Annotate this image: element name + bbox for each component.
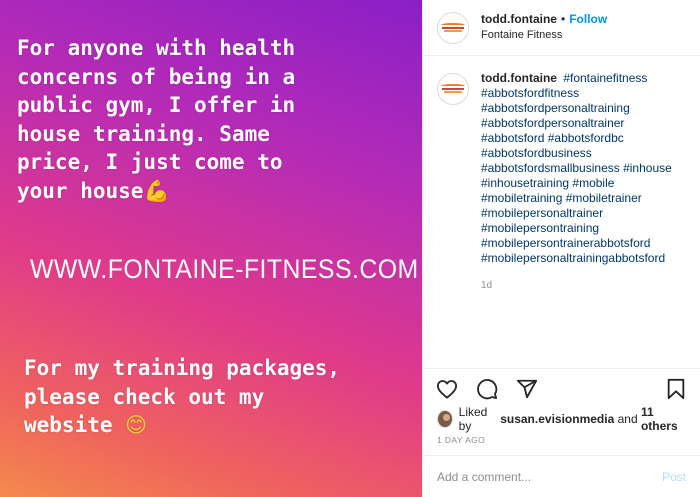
- story-text-bottom: For my training packages, please check o…: [24, 356, 341, 437]
- comment-input[interactable]: [437, 469, 662, 484]
- caption-username[interactable]: todd.fontaine: [481, 71, 557, 85]
- story-text-top: For anyone with health concerns of being…: [17, 36, 296, 203]
- hashtag-link[interactable]: #fontainefitness: [563, 71, 647, 85]
- hashtag-line[interactable]: #mobilepersontraining: [481, 221, 672, 236]
- hashtag-line[interactable]: #abbotsfordbusiness: [481, 146, 672, 161]
- post-sidebar: todd.fontaine • Follow Fontaine Fitness …: [422, 0, 700, 497]
- caption-avatar[interactable]: [437, 73, 469, 105]
- liker-avatar[interactable]: [437, 410, 453, 428]
- hashtag-line[interactable]: #abbotsfordsmallbusiness #inhouse: [481, 161, 672, 176]
- hashtag-line[interactable]: #abbotsfordfitness: [481, 86, 672, 101]
- caption-timestamp[interactable]: 1d: [481, 278, 672, 293]
- hashtag-line[interactable]: #inhousetraining #mobile: [481, 176, 672, 191]
- and-label: and: [617, 412, 638, 426]
- website-url-text: WWW.FONTAINE-FITNESS.COM: [30, 254, 419, 284]
- like-button[interactable]: [435, 377, 459, 401]
- post-actions-section: Liked by susan.evisionmedia and 11 other…: [423, 368, 700, 445]
- bookmark-icon: [667, 378, 685, 400]
- hashtag-line[interactable]: #mobilepersonaltrainer: [481, 206, 672, 221]
- share-button[interactable]: [515, 377, 539, 401]
- comment-icon: [477, 379, 498, 400]
- action-bar: [423, 369, 700, 409]
- hashtag-line[interactable]: #mobiletraining #mobiletrainer: [481, 191, 672, 206]
- flexed-biceps-emoji: 💪: [143, 178, 170, 203]
- follow-button[interactable]: Follow: [569, 12, 607, 27]
- liked-by-label: Liked by: [458, 405, 488, 433]
- comment-button[interactable]: [475, 377, 499, 401]
- comment-box: Post: [423, 455, 700, 497]
- fontaine-fitness-logo: [441, 83, 465, 95]
- post-comment-button[interactable]: Post: [662, 470, 686, 484]
- header-subtitle[interactable]: Fontaine Fitness: [481, 29, 607, 43]
- post-header: todd.fontaine • Follow Fontaine Fitness: [423, 0, 700, 56]
- hashtag-line[interactable]: #abbotsfordpersonaltrainer: [481, 116, 672, 131]
- post-date[interactable]: 1 DAY AGO: [423, 435, 700, 445]
- post-caption: todd.fontaine #fontainefitness #abbotsfo…: [437, 71, 688, 293]
- likes-summary: Liked by susan.evisionmedia and 11 other…: [423, 405, 700, 433]
- fontaine-fitness-logo: [441, 22, 465, 34]
- share-icon: [516, 379, 538, 399]
- heart-icon: [436, 380, 457, 399]
- smiling-face-emoji: 😊: [125, 413, 148, 437]
- instagram-post: For anyone with health concerns of being…: [0, 0, 700, 497]
- profile-avatar[interactable]: [437, 11, 469, 44]
- liker-username[interactable]: susan.evisionmedia: [500, 412, 614, 426]
- post-media[interactable]: For anyone with health concerns of being…: [0, 0, 422, 497]
- save-button[interactable]: [664, 377, 688, 401]
- hashtag-line[interactable]: #abbotsford #abbotsfordbc: [481, 131, 672, 146]
- hashtag-line[interactable]: #mobilepersontrainerabbotsford: [481, 236, 672, 251]
- header-username[interactable]: todd.fontaine: [481, 12, 557, 27]
- others-count[interactable]: 11 others: [641, 405, 686, 433]
- hashtag-line[interactable]: #abbotsfordpersonaltraining: [481, 101, 672, 116]
- hashtag-line[interactable]: #mobilepersonaltrainingabbotsford: [481, 251, 672, 266]
- separator-dot: •: [560, 12, 566, 27]
